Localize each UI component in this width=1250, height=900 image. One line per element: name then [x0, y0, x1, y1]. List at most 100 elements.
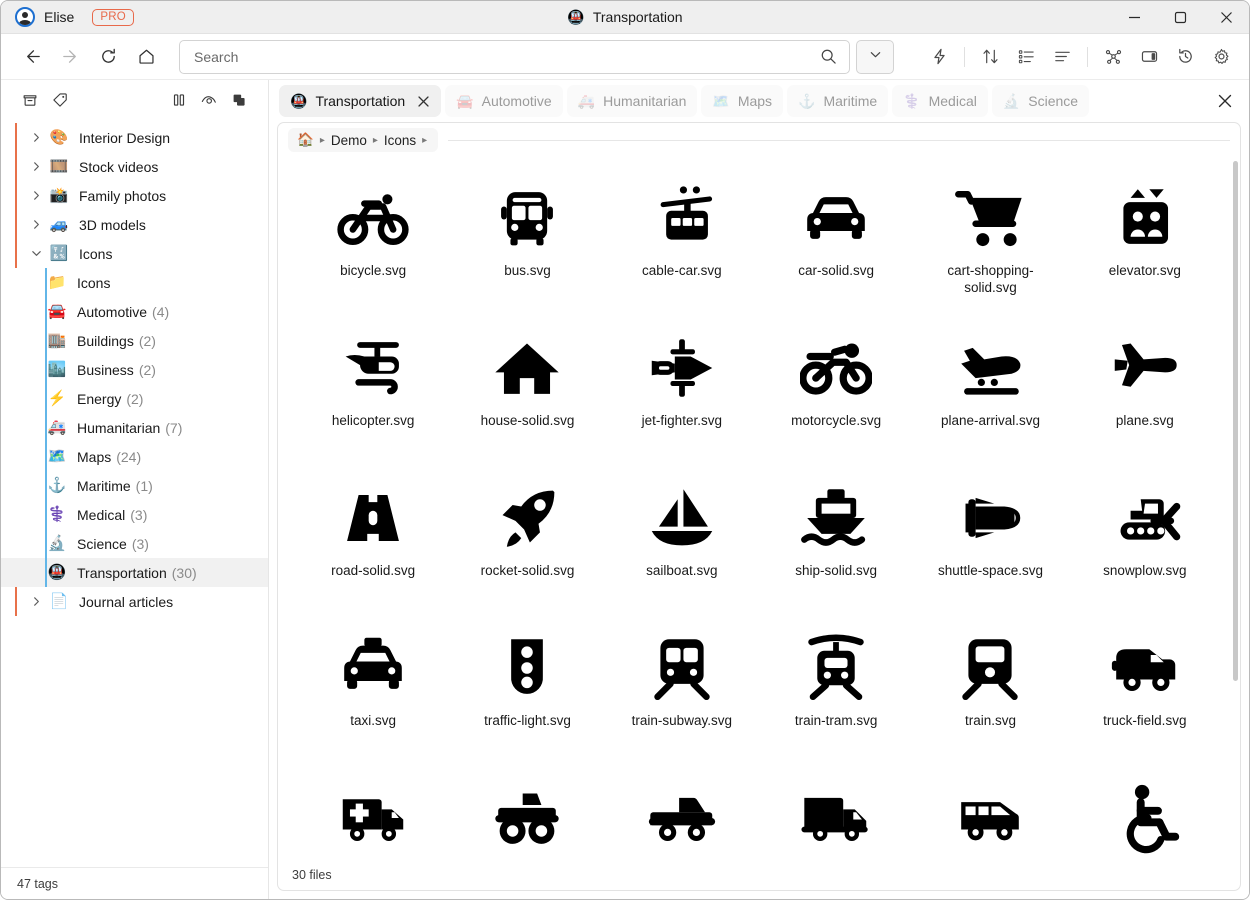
- sidebar-item-family-photos[interactable]: 📸 Family photos: [1, 181, 268, 210]
- file-item[interactable]: shuttle-space.svg: [913, 463, 1067, 613]
- file-item[interactable]: traffic-light.svg: [450, 613, 604, 763]
- chevron-right-icon[interactable]: [25, 219, 47, 230]
- side-panel-icon[interactable]: [1131, 41, 1167, 73]
- user-avatar-icon[interactable]: [15, 7, 35, 27]
- sidebar-item-stock-videos[interactable]: 🎞️ Stock videos: [1, 152, 268, 181]
- sidebar-item-humanitarian[interactable]: 🚑 Humanitarian (7): [1, 413, 268, 442]
- chevron-right-icon[interactable]: [25, 596, 47, 607]
- history-icon[interactable]: [1167, 41, 1203, 73]
- file-grid[interactable]: bicycle.svg bus.svg cable-car.svg car-solid…: [278, 157, 1240, 860]
- list-view-icon[interactable]: [1008, 41, 1044, 73]
- sidebar-item-maps[interactable]: 🗺️ Maps (24): [1, 442, 268, 471]
- sidebar-item-icons[interactable]: 📁 Icons: [1, 268, 268, 297]
- file-item[interactable]: cart-shopping-solid.svg: [913, 163, 1067, 313]
- file-item[interactable]: house-solid.svg: [450, 313, 604, 463]
- motorcycle-icon: [800, 329, 873, 407]
- file-item[interactable]: jet-fighter.svg: [605, 313, 759, 463]
- file-item[interactable]: taxi.svg: [296, 613, 450, 763]
- search-input[interactable]: [192, 47, 815, 66]
- file-item[interactable]: sailboat.svg: [605, 463, 759, 613]
- sidebar-item-interior-design[interactable]: 🎨 Interior Design: [1, 123, 268, 152]
- file-item[interactable]: [1068, 763, 1222, 860]
- tab-automotive[interactable]: 🚘 Automotive: [445, 85, 563, 117]
- search-box[interactable]: [179, 39, 850, 74]
- chevron-right-icon[interactable]: [25, 132, 47, 143]
- home-button[interactable]: [129, 41, 163, 73]
- file-item[interactable]: [759, 763, 913, 860]
- tree-guide-line: [45, 500, 47, 529]
- layers-icon[interactable]: [224, 86, 254, 114]
- tab-medical[interactable]: ⚕️ Medical: [892, 85, 988, 117]
- file-item[interactable]: [913, 763, 1067, 860]
- eye-icon[interactable]: [194, 86, 224, 114]
- file-item[interactable]: truck-field.svg: [1068, 613, 1222, 763]
- sidebar-item-journal-articles[interactable]: 📄 Journal articles: [1, 587, 268, 616]
- sidebar-item-science[interactable]: 🔬 Science (3): [1, 529, 268, 558]
- breadcrumb-home-icon[interactable]: 🏠: [297, 132, 314, 148]
- search-dropdown-button[interactable]: [856, 39, 894, 74]
- sidebar-item-business[interactable]: 🏙️ Business (2): [1, 355, 268, 384]
- file-item[interactable]: train-subway.svg: [605, 613, 759, 763]
- tab-transportation[interactable]: 🚇 Transportation: [279, 85, 442, 117]
- file-item[interactable]: cable-car.svg: [605, 163, 759, 313]
- file-item[interactable]: bicycle.svg: [296, 163, 450, 313]
- file-item[interactable]: motorcycle.svg: [759, 313, 913, 463]
- file-item[interactable]: road-solid.svg: [296, 463, 450, 613]
- file-item[interactable]: elevator.svg: [1068, 163, 1222, 313]
- sidebar-item-medical[interactable]: ⚕️ Medical (3): [1, 500, 268, 529]
- file-item[interactable]: car-solid.svg: [759, 163, 913, 313]
- sidebar-item-energy[interactable]: ⚡ Energy (2): [1, 384, 268, 413]
- tab-humanitarian[interactable]: 🚑 Humanitarian: [566, 85, 698, 117]
- forward-button[interactable]: [53, 41, 87, 73]
- file-item[interactable]: [296, 763, 450, 860]
- scrollbar-thumb[interactable]: [1233, 161, 1238, 681]
- breadcrumb-item-icons[interactable]: Icons: [384, 133, 416, 148]
- chevron-down-icon[interactable]: [25, 248, 47, 259]
- search-icon[interactable]: [815, 44, 841, 70]
- file-name-label: cart-shopping-solid.svg: [947, 263, 1034, 295]
- tab-close-icon[interactable]: [417, 95, 430, 108]
- tree-guide-line: [15, 152, 17, 181]
- file-item[interactable]: bus.svg: [450, 163, 604, 313]
- close-icon[interactable]: [1203, 1, 1249, 33]
- tab-bar[interactable]: 🚇 Transportation 🚘 Automotive 🚑 Humanitarian 🗺…: [269, 80, 1249, 122]
- file-item[interactable]: rocket-solid.svg: [450, 463, 604, 613]
- settings-gear-icon[interactable]: [1203, 41, 1239, 73]
- split-view-icon[interactable]: [164, 86, 194, 114]
- sidebar-item-icons[interactable]: 🔣 Icons: [1, 239, 268, 268]
- breadcrumb-item-demo[interactable]: Demo: [331, 133, 367, 148]
- breadcrumb[interactable]: 🏠 ▸ Demo ▸ Icons ▸: [288, 128, 439, 152]
- tag-icon[interactable]: [45, 86, 75, 114]
- file-item[interactable]: ship-solid.svg: [759, 463, 913, 613]
- file-item[interactable]: train.svg: [913, 613, 1067, 763]
- chevron-right-icon[interactable]: [25, 190, 47, 201]
- archive-box-icon[interactable]: [15, 86, 45, 114]
- file-item[interactable]: plane.svg: [1068, 313, 1222, 463]
- folder-tree[interactable]: 🎨 Interior Design 🎞️ Stock videos 📸 Family ph…: [1, 120, 268, 867]
- back-button[interactable]: [15, 41, 49, 73]
- tab-science[interactable]: 🔬 Science: [991, 85, 1090, 117]
- maximize-icon[interactable]: [1157, 1, 1203, 33]
- file-item[interactable]: train-tram.svg: [759, 613, 913, 763]
- sidebar-item-maritime[interactable]: ⚓ Maritime (1): [1, 471, 268, 500]
- file-grid-scrollbar[interactable]: [1233, 161, 1238, 856]
- reload-button[interactable]: [91, 41, 125, 73]
- file-item[interactable]: helicopter.svg: [296, 313, 450, 463]
- file-item[interactable]: plane-arrival.svg: [913, 313, 1067, 463]
- details-view-icon[interactable]: [1044, 41, 1080, 73]
- tab-maps[interactable]: 🗺️ Maps: [701, 85, 784, 117]
- minimize-icon[interactable]: [1111, 1, 1157, 33]
- file-item[interactable]: [605, 763, 759, 860]
- tab-bar-close-icon[interactable]: [1207, 85, 1243, 117]
- sort-icon[interactable]: [972, 41, 1008, 73]
- tab-maritime[interactable]: ⚓ Maritime: [787, 85, 889, 117]
- sidebar-item-transportation[interactable]: 🚇 Transportation (30): [1, 558, 268, 587]
- file-item[interactable]: [450, 763, 604, 860]
- sidebar-item-3d-models[interactable]: 🚙 3D models: [1, 210, 268, 239]
- chevron-right-icon[interactable]: [25, 161, 47, 172]
- sidebar-item-automotive[interactable]: 🚘 Automotive (4): [1, 297, 268, 326]
- lightning-icon[interactable]: [921, 41, 957, 73]
- sidebar-item-buildings[interactable]: 🏬 Buildings (2): [1, 326, 268, 355]
- graph-icon[interactable]: [1095, 41, 1131, 73]
- file-item[interactable]: snowplow.svg: [1068, 463, 1222, 613]
